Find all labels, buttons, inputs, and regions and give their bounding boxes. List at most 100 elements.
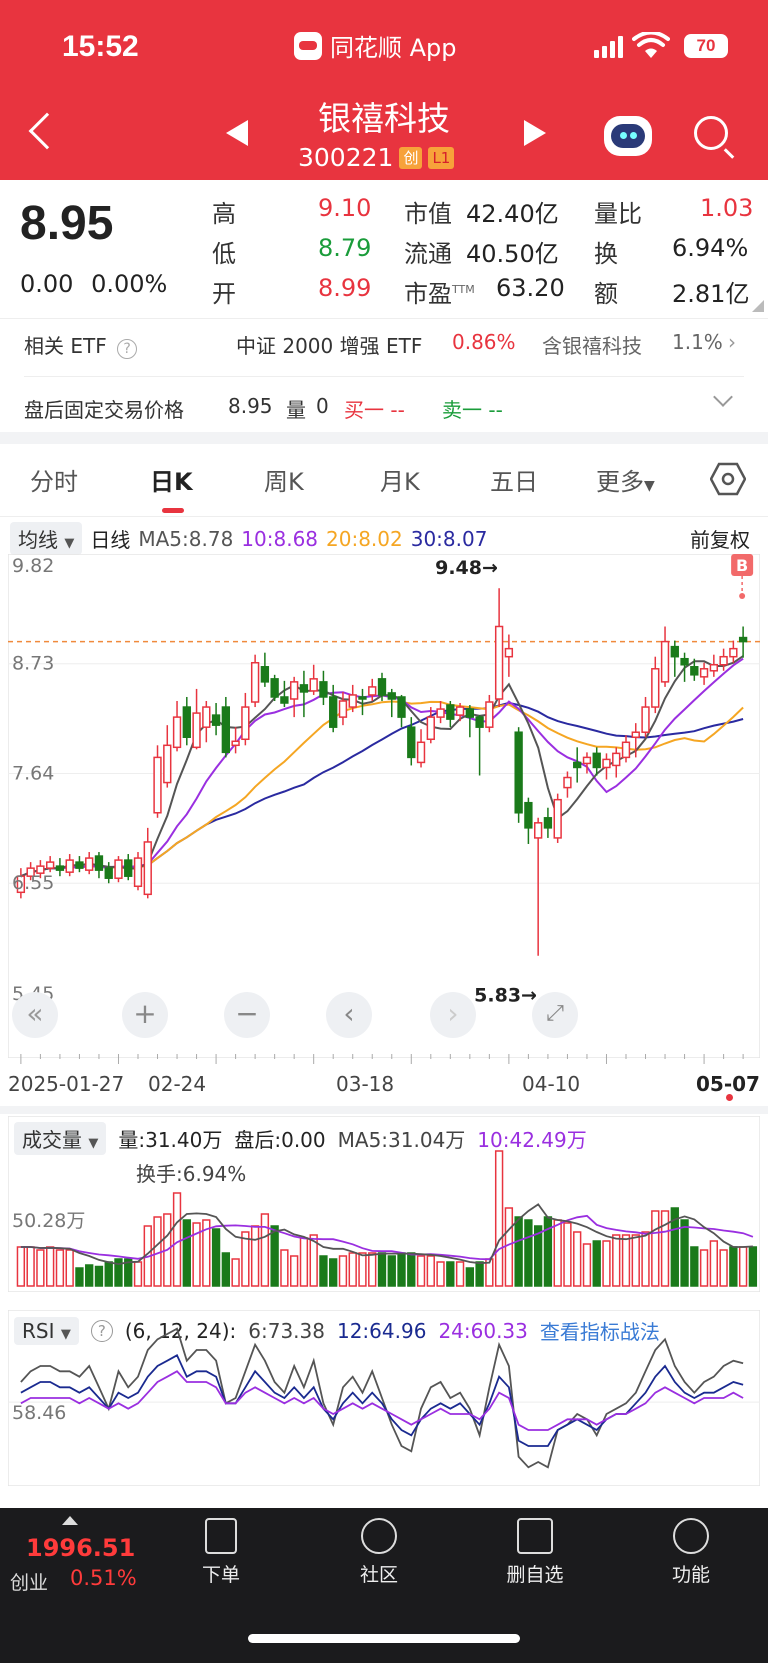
app-logo-icon (294, 31, 322, 60)
candle-body (153, 756, 162, 814)
candle-body (231, 740, 240, 747)
candle-body (309, 678, 318, 692)
candle-body (651, 668, 660, 708)
kline-chart[interactable]: 9.828.737.646.555.459.48→5.83→B (8, 554, 760, 1058)
volume-bar (602, 1240, 611, 1287)
volume-bar (65, 1249, 74, 1287)
candle (182, 696, 191, 746)
candle (270, 674, 279, 702)
volume-bar (397, 1252, 406, 1287)
low-label: 低 (212, 240, 236, 268)
prev-button[interactable]: ‹ (326, 992, 372, 1038)
candle (563, 771, 572, 798)
assistant-robot-icon[interactable] (604, 116, 652, 156)
candle-body (582, 756, 592, 765)
scroll-left-button[interactable]: « (12, 992, 58, 1038)
volume-chart[interactable] (8, 1116, 760, 1292)
volume-bar (465, 1267, 475, 1287)
search-icon[interactable] (694, 116, 728, 150)
buy-signal-label: B (736, 556, 748, 575)
tab-monthly-k[interactable]: 月K (380, 462, 420, 497)
market-cap-label: 市值 (404, 200, 452, 228)
expand-corner-icon[interactable] (752, 300, 764, 312)
zoom-out-button[interactable]: − (224, 992, 270, 1038)
fullscreen-icon[interactable]: ⤢ (532, 992, 578, 1038)
candle-body (319, 681, 328, 698)
tab-weekly-k[interactable]: 周K (264, 462, 304, 497)
candle (114, 856, 123, 883)
volume-bar (436, 1261, 445, 1287)
nav-remove-watchlist[interactable]: 删自选 (490, 1518, 580, 1587)
candle-body (407, 726, 416, 759)
nav-functions[interactable]: 功能 (646, 1518, 736, 1587)
app-source-label[interactable]: 同花顺 App (294, 28, 457, 63)
volume-ratio-value: 1.03 (700, 194, 754, 222)
volume-bar (211, 1228, 221, 1287)
candle (133, 852, 143, 891)
ask1: 卖一 -- (442, 398, 503, 422)
after-hours-row[interactable]: 盘后固定交易价格 8.95 量 0 买一 -- 卖一 -- (24, 387, 744, 423)
chevron-down-icon[interactable] (713, 387, 733, 407)
ma10-value: 10:8.68 (241, 526, 319, 551)
candle-body (670, 645, 679, 658)
candle (426, 707, 435, 744)
rsi24-line (20, 1370, 744, 1431)
candle (55, 858, 65, 877)
help-icon[interactable]: ? (117, 339, 138, 359)
candle-body (124, 859, 133, 877)
volume-bar (85, 1264, 94, 1287)
change-value: 0.00 (20, 270, 74, 298)
candle-body (543, 817, 553, 829)
amount-label: 额 (594, 280, 618, 308)
rsi-y-label: 58.46 (12, 1402, 67, 1424)
candle-body (397, 696, 406, 718)
volume-bar (407, 1252, 416, 1287)
home-indicator (248, 1634, 520, 1643)
nav-community[interactable]: 社区 (334, 1518, 424, 1587)
pe-value: 63.20 (496, 274, 565, 302)
tab-daily-k[interactable]: 日K (150, 462, 193, 497)
expand-up-icon[interactable] (62, 1516, 78, 1525)
volume-bar (172, 1192, 182, 1287)
divider (24, 376, 744, 377)
indicator-selector[interactable]: 均线 ▼ (10, 522, 83, 555)
next-button[interactable]: › (430, 992, 476, 1038)
candle (172, 701, 182, 752)
candle-body (270, 678, 279, 698)
related-etf-row[interactable]: 相关 ETF ? 中证 2000 增强 ETF 0.86% 含银禧科技 1.1%… (24, 330, 744, 359)
rsi-chart[interactable] (8, 1310, 760, 1486)
ma20-line (20, 700, 744, 878)
index-value[interactable]: 1996.51 (26, 1534, 135, 1562)
stock-detail-screen: 15:52 同花顺 App 70 银禧科技 300221 创 L1 8.95 0… (0, 0, 768, 1663)
candle-body (358, 696, 367, 700)
last-price: 8.95 (20, 197, 114, 250)
ma20-value: 20:8.02 (326, 526, 403, 551)
divider (0, 318, 768, 319)
volume-bar (524, 1219, 533, 1287)
zoom-in-button[interactable]: + (122, 992, 168, 1038)
index-name: 创业 (10, 1572, 49, 1594)
volume-bar (387, 1255, 396, 1287)
open-value: 8.99 (318, 274, 372, 302)
candle (416, 729, 426, 768)
next-stock-button[interactable] (524, 120, 546, 146)
volume-bar (748, 1246, 758, 1287)
candle-body (699, 668, 709, 678)
volume-bar (319, 1255, 328, 1287)
volume-bar (299, 1237, 309, 1287)
candle (436, 701, 445, 724)
candle-body (192, 712, 201, 749)
adjust-mode[interactable]: 前复权 (690, 524, 750, 553)
turnover-value: 6.94% (672, 234, 749, 262)
tab-intraday[interactable]: 分时 (30, 462, 78, 497)
candle-body (592, 752, 601, 769)
tab-more[interactable]: 更多▼ (596, 462, 655, 497)
tab-five-day[interactable]: 五日 (490, 462, 538, 497)
nav-order[interactable]: 下单 (176, 1518, 266, 1587)
candle-body (45, 861, 55, 869)
etf-weight: 1.1% (672, 330, 723, 354)
wifi-icon (632, 32, 670, 58)
chart-settings-icon[interactable] (710, 462, 746, 496)
etf-percent: 0.86% (452, 330, 516, 354)
candle-body (338, 700, 348, 718)
